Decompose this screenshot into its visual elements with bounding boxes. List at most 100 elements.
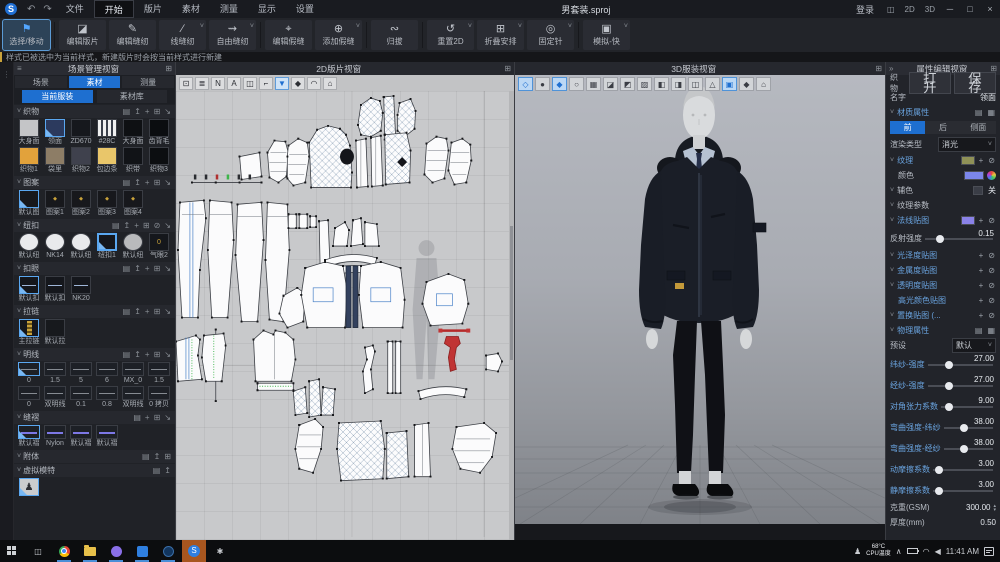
import-icon[interactable]: ↥: [153, 452, 162, 461]
fabric-swatch[interactable]: 包边条: [94, 147, 120, 174]
shear-slider[interactable]: [941, 406, 993, 408]
folder-icon[interactable]: ▤: [122, 307, 132, 316]
expand-icon[interactable]: ↘: [163, 107, 172, 116]
dropdown-caret-icon[interactable]: ˅: [356, 23, 360, 30]
folder-icon[interactable]: ▤: [122, 107, 132, 116]
tab-scene[interactable]: 场景: [15, 76, 67, 88]
physics-section-header[interactable]: ˅ 物理属性 ▤ ▦: [886, 323, 1000, 338]
add-icon[interactable]: +: [978, 311, 985, 320]
folder-icon[interactable]: ▤: [111, 221, 121, 230]
shirring-item[interactable]: Nylon: [42, 425, 68, 448]
topstitch-item[interactable]: 0: [16, 386, 42, 409]
folder-icon[interactable]: ▤: [974, 326, 984, 335]
folder-icon[interactable]: ▤: [122, 264, 132, 273]
pattern-2d-canvas[interactable]: [176, 91, 514, 540]
fold-arrange-button[interactable]: ⊞ 折叠安排 ˅: [477, 20, 524, 50]
add-icon[interactable]: +: [978, 296, 985, 305]
menu-settings[interactable]: 设置: [286, 0, 324, 18]
garment-3d-canvas[interactable]: ◇ ● ◆ ○ ▦ ◪ ◩ ▨ ◧ ◨ ◫ △ ▣ ◆ ⌂: [515, 75, 885, 540]
taskbar-chrome[interactable]: [52, 540, 76, 562]
fabric-name-value[interactable]: 领面: [980, 92, 996, 103]
pattern-piece-small[interactable]: [192, 153, 262, 183]
login-button[interactable]: 登录: [848, 3, 882, 16]
taskbar-settings[interactable]: ✱: [208, 540, 232, 562]
save-icon[interactable]: ▦: [986, 326, 996, 335]
network-icon[interactable]: ◠: [923, 547, 930, 556]
delete-icon[interactable]: ⊘: [987, 251, 996, 260]
expand-icon[interactable]: ↘: [163, 307, 172, 316]
slider-knob[interactable]: [960, 424, 968, 432]
topstitch-item[interactable]: 1.5: [42, 362, 68, 385]
dropdown-caret-icon[interactable]: ˅: [468, 23, 472, 30]
shirring-item[interactable]: 默认褶: [16, 425, 42, 448]
ruler-tool-icon[interactable]: ⌐: [259, 77, 273, 90]
texture-swatch[interactable]: [961, 156, 975, 165]
popout-icon[interactable]: ⊞: [162, 64, 175, 73]
expand-icon[interactable]: ↘: [163, 413, 172, 422]
garment-3d-svg[interactable]: [515, 75, 885, 524]
select-move-button[interactable]: ⚑ 选择/移动: [3, 20, 50, 50]
line-sewing-button[interactable]: ∕ 线缝纫 ˅: [159, 20, 206, 50]
import-icon[interactable]: ↥: [133, 107, 142, 116]
pattern-piece-quilt-small[interactable]: [293, 379, 335, 417]
folder-icon[interactable]: ▤: [122, 178, 132, 187]
folder-icon[interactable]: ▤: [141, 452, 151, 461]
menu-home[interactable]: 开始: [94, 0, 134, 18]
expand-icon[interactable]: ↘: [163, 264, 172, 273]
pattern-piece-sleeve-left[interactable]: [267, 139, 309, 186]
add-icon[interactable]: +: [144, 264, 151, 273]
clock[interactable]: 11:41 AM: [946, 547, 979, 556]
thickness-value[interactable]: 0.50: [980, 518, 996, 527]
slider-knob[interactable]: [935, 466, 943, 474]
dropdown-caret-icon[interactable]: ˅: [568, 23, 572, 30]
import-icon[interactable]: ↥: [133, 307, 142, 316]
minimize-button[interactable]: ─: [940, 0, 960, 18]
subtab-material-library[interactable]: 素材库: [97, 90, 168, 103]
material-section-header[interactable]: ˅ 材质属性 ▤ ▦: [886, 105, 1000, 120]
copy-icon[interactable]: ⊞: [142, 221, 151, 230]
viewport-layout-icon[interactable]: ◫: [882, 5, 900, 14]
color-picker-icon[interactable]: [987, 171, 996, 180]
render-type-select[interactable]: 消光 ˅: [938, 137, 996, 152]
weft-strength-slider[interactable]: [928, 364, 993, 366]
fabric-swatch[interactable]: 袋里: [42, 147, 68, 174]
save-icon[interactable]: ▦: [986, 108, 996, 117]
taskbar-app-purple[interactable]: [104, 540, 128, 562]
scene-mode-icon[interactable]: ⌂: [756, 77, 771, 91]
preset-select[interactable]: 默认 ˅: [952, 338, 996, 353]
add-icon[interactable]: +: [144, 413, 151, 422]
topstitch-item[interactable]: 6: [94, 362, 120, 385]
add-icon[interactable]: +: [978, 281, 985, 290]
menu-pattern[interactable]: 版片: [134, 0, 172, 18]
garment-display-icon[interactable]: ▼: [275, 77, 289, 90]
fabric-swatch[interactable]: 织物2: [68, 147, 94, 174]
vertical-scrollbar[interactable]: [509, 91, 514, 540]
menu-display[interactable]: 显示: [248, 0, 286, 18]
slider-knob[interactable]: [945, 403, 953, 411]
expand-icon[interactable]: ↘: [163, 350, 172, 359]
shirring-item[interactable]: 默认褶: [68, 425, 94, 448]
avatar-mesh-icon[interactable]: ◆: [552, 77, 567, 91]
import-icon[interactable]: ↥: [133, 350, 142, 359]
bend-weft-slider[interactable]: [944, 427, 993, 429]
pattern-item[interactable]: 图案1: [42, 190, 68, 217]
battery-icon[interactable]: [907, 548, 918, 554]
section-buttons[interactable]: ˅ 纽扣 ▤ ↥ + ⊞ ⊘ ↘: [14, 219, 175, 232]
fabric-swatch[interactable]: 大身面: [16, 119, 42, 146]
pattern-item[interactable]: 图案4: [120, 190, 146, 217]
popout-icon[interactable]: ⊞: [501, 64, 514, 73]
pattern-piece-quilt-bottom[interactable]: [295, 419, 496, 481]
delete-icon[interactable]: ⊘: [987, 216, 996, 225]
gsm-stepper[interactable]: ▴▾: [993, 504, 996, 512]
section-fabric[interactable]: ˅ 织物 ▤ ↥ + ⊞ ↘: [14, 105, 175, 118]
viewport-2d-button[interactable]: 2D: [900, 5, 920, 14]
topstitch-item[interactable]: 双明线: [42, 386, 68, 409]
copy-icon[interactable]: ⊞: [153, 107, 162, 116]
pattern-piece-band[interactable]: [419, 387, 467, 399]
edit-pattern-button[interactable]: ◪ 编辑版片: [59, 20, 106, 50]
style-mode-icon[interactable]: ◆: [739, 77, 754, 91]
topstitch-item[interactable]: 5: [68, 362, 94, 385]
normal-map-swatch[interactable]: [961, 216, 975, 225]
collapse-icon[interactable]: ˅: [17, 108, 21, 115]
pattern-item[interactable]: 图案2: [68, 190, 94, 217]
